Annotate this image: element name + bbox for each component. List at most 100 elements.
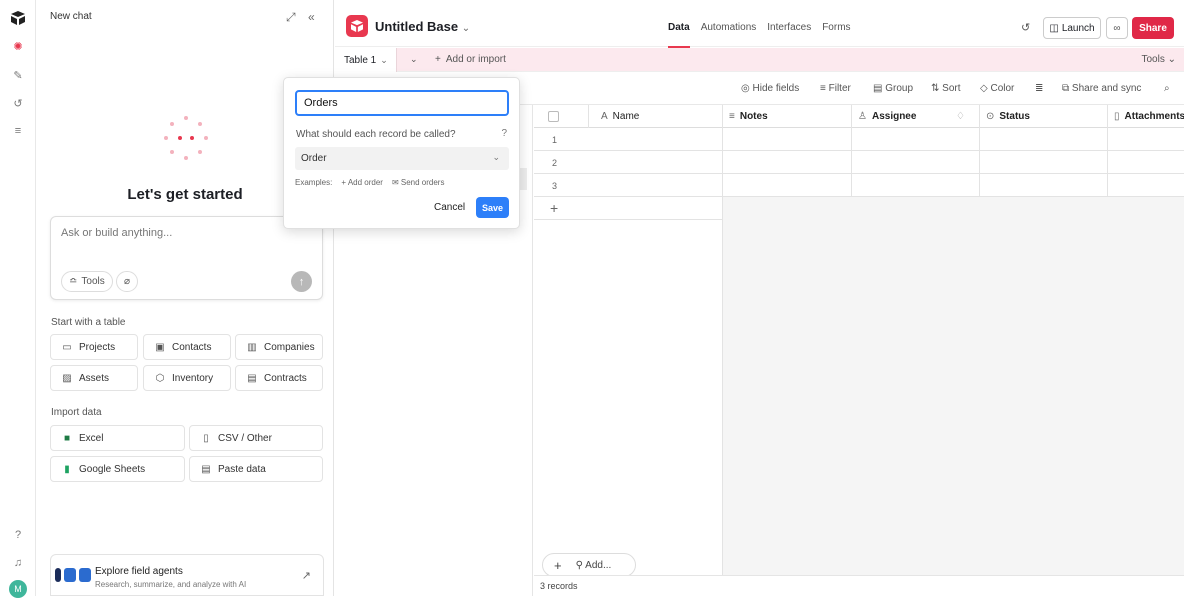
cell[interactable]: [980, 174, 1108, 197]
cell[interactable]: [723, 151, 852, 174]
launch-button[interactable]: ◫ Launch: [1043, 17, 1101, 39]
select-all-checkbox[interactable]: [534, 105, 589, 128]
collapse-icon[interactable]: «: [308, 10, 315, 24]
column-header-attachments[interactable]: ▯ Attachments: [1108, 105, 1184, 128]
link-icon: ∞: [1113, 22, 1121, 34]
cell[interactable]: [852, 128, 980, 151]
example-add: Add order: [347, 178, 383, 187]
examples-row: Examples: + Add order ✉ Send orders: [295, 178, 444, 187]
group-icon: ▤: [873, 83, 883, 94]
table-row[interactable]: 1: [534, 128, 1184, 151]
record-name-question: What should each record be called?: [296, 129, 456, 140]
chat-input-box[interactable]: Ask or build anything... ≏ Tools ⌀ ↑: [50, 216, 323, 300]
ai-spark-icon[interactable]: ✺: [10, 38, 26, 54]
share-button[interactable]: Share: [1132, 17, 1174, 39]
cell[interactable]: [980, 151, 1108, 174]
status-icon: ⊙: [986, 111, 995, 122]
example-send: Send orders: [400, 178, 445, 187]
column-label: Notes: [739, 111, 768, 122]
send-button[interactable]: ↑: [291, 271, 312, 292]
cell[interactable]: [980, 128, 1108, 151]
hide-fields-button[interactable]: ◎ Hide fields: [741, 83, 799, 94]
import-excel[interactable]: ■ Excel: [50, 425, 185, 451]
template-inventory[interactable]: ⬡ Inventory: [143, 365, 231, 391]
import-google-sheets[interactable]: ▮ Google Sheets: [50, 456, 185, 482]
template-projects[interactable]: ▭ Projects: [50, 334, 138, 360]
attach-button[interactable]: ⌀: [116, 271, 138, 292]
add-record-button[interactable]: + ⚲ Add...: [542, 553, 636, 577]
agents-icon: [55, 568, 91, 582]
filter-button[interactable]: ≡ Filter: [820, 83, 851, 94]
template-companies[interactable]: ▥ Companies: [235, 334, 323, 360]
template-contacts[interactable]: ▣ Contacts: [143, 334, 231, 360]
agents-subtitle: Research, summarize, and analyze with AI: [95, 580, 247, 589]
history-icon[interactable]: ↺: [10, 95, 26, 111]
sort-button[interactable]: ⇅ Sort: [931, 83, 961, 94]
field-agents-card[interactable]: Explore field agents Research, summarize…: [50, 554, 324, 596]
chat-input-placeholder[interactable]: Ask or build anything...: [61, 227, 172, 239]
history-icon[interactable]: ↺: [1021, 21, 1030, 34]
column-header-assignee[interactable]: ♙ Assignee ♢: [852, 105, 980, 128]
cell[interactable]: [589, 128, 723, 151]
cell[interactable]: [852, 174, 980, 197]
plus-icon: +: [435, 54, 441, 65]
cell[interactable]: [852, 151, 980, 174]
record-count: 3 records: [540, 581, 578, 591]
nav-interfaces[interactable]: Interfaces: [767, 22, 811, 33]
tab-table-1[interactable]: Table 1 ⌄: [335, 48, 397, 72]
record-name-select[interactable]: Order ⌄: [295, 147, 509, 170]
tools-menu[interactable]: Tools ⌄: [1141, 54, 1176, 65]
help-icon[interactable]: ?: [501, 128, 507, 139]
template-assets[interactable]: ▨ Assets: [50, 365, 138, 391]
start-section-label: Start with a table: [51, 317, 126, 328]
save-button[interactable]: Save: [476, 197, 509, 218]
airtable-logo-icon[interactable]: [10, 10, 26, 26]
column-header-name[interactable]: A Name: [589, 105, 723, 128]
share-sync-button[interactable]: ⧉ Share and sync: [1062, 83, 1141, 94]
sliders-icon[interactable]: ≡: [10, 123, 26, 139]
nav-data[interactable]: Data: [668, 22, 690, 48]
base-name-dropdown[interactable]: Untitled Base ⌄: [375, 19, 470, 34]
group-label: Group: [885, 83, 914, 94]
compose-icon[interactable]: ✎: [10, 67, 26, 83]
tools-button[interactable]: ≏ Tools: [61, 271, 113, 292]
filter-icon: ≡: [820, 83, 826, 94]
template-contracts[interactable]: ▤ Contracts: [235, 365, 323, 391]
cell[interactable]: [723, 128, 852, 151]
import-paste[interactable]: ▤ Paste data: [189, 456, 323, 482]
excel-icon: ■: [63, 432, 71, 444]
import-csv[interactable]: ▯ CSV / Other: [189, 425, 323, 451]
column-header-status[interactable]: ⊙ Status: [980, 105, 1108, 128]
expand-icon[interactable]: ⤢: [286, 10, 296, 25]
copy-link-button[interactable]: ∞: [1106, 17, 1128, 39]
table-row[interactable]: 3: [534, 174, 1184, 197]
group-button[interactable]: ▤ Group: [873, 83, 913, 94]
base-logo-icon[interactable]: [346, 15, 368, 37]
add-record-row[interactable]: +: [534, 197, 723, 220]
cell[interactable]: [723, 174, 852, 197]
color-button[interactable]: ◇ Color: [980, 83, 1014, 94]
add-or-import-button[interactable]: + Add or import: [435, 54, 506, 65]
nav-automations[interactable]: Automations: [701, 22, 757, 33]
avatar[interactable]: M: [9, 580, 27, 598]
tables-dropdown-icon[interactable]: ⌄: [410, 54, 418, 65]
rename-table-popover: What should each record be called? ? Ord…: [283, 77, 520, 229]
help-icon[interactable]: ?: [10, 527, 26, 543]
bell-icon[interactable]: ♫: [10, 555, 26, 571]
cell[interactable]: [589, 151, 723, 174]
base-name: Untitled Base: [375, 19, 459, 34]
nav-forms[interactable]: Forms: [822, 22, 850, 33]
column-label: Attachments: [1124, 111, 1184, 122]
column-header-notes[interactable]: ≡ Notes: [723, 105, 852, 128]
sort-icon: ⇅: [931, 83, 940, 94]
table-name-input[interactable]: [295, 90, 509, 116]
attachment-icon: ▯: [1114, 111, 1120, 122]
table-row[interactable]: 2: [534, 151, 1184, 174]
grid-left-pane: [534, 220, 723, 596]
row-height-icon[interactable]: ≣: [1035, 83, 1043, 94]
cancel-button[interactable]: Cancel: [434, 202, 465, 213]
import-label: Excel: [79, 432, 104, 444]
search-icon[interactable]: ⌕: [1164, 83, 1170, 94]
cell[interactable]: [589, 174, 723, 197]
arrow-up-icon: ↑: [298, 275, 305, 288]
